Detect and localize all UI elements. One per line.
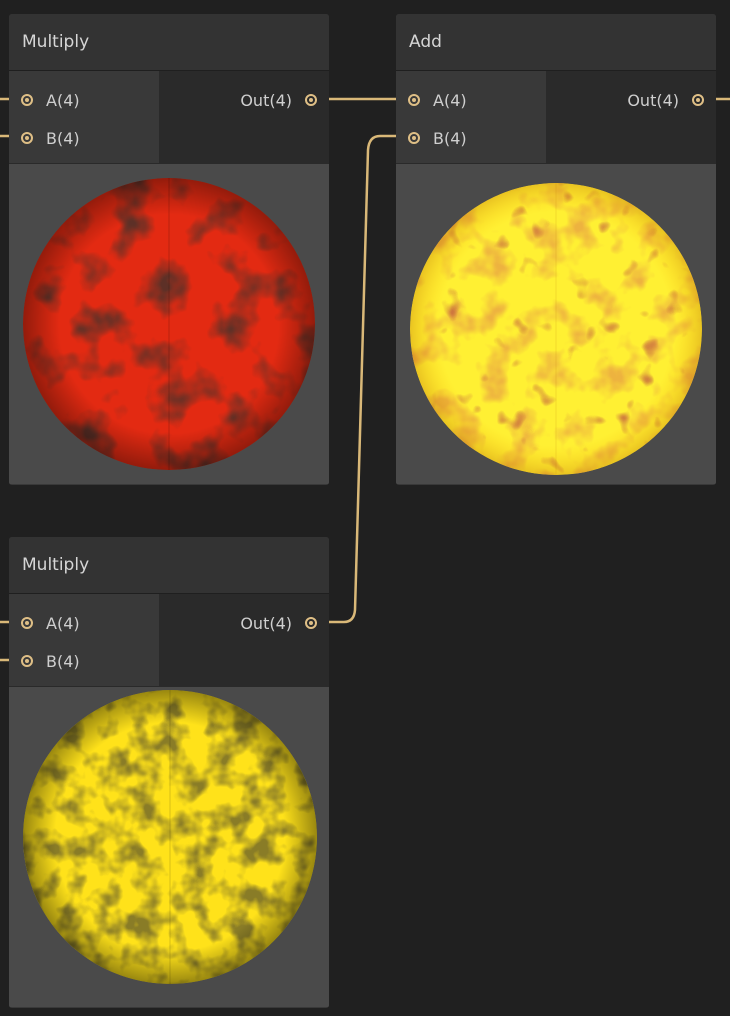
- output-ports: Out(4): [159, 71, 329, 163]
- port-icon[interactable]: [21, 132, 33, 144]
- input-port-b[interactable]: B(4): [396, 119, 546, 157]
- input-port-a[interactable]: A(4): [9, 81, 159, 119]
- port-icon[interactable]: [692, 94, 704, 106]
- input-ports: A(4) B(4): [9, 594, 159, 686]
- output-ports: Out(4): [546, 71, 716, 163]
- node-ports: A(4) B(4) Out(4): [9, 71, 329, 163]
- node-header[interactable]: Multiply: [9, 537, 329, 594]
- port-icon[interactable]: [305, 94, 317, 106]
- node-header[interactable]: Multiply: [9, 14, 329, 71]
- port-icon[interactable]: [21, 617, 33, 629]
- red-noise-sphere-icon: [23, 178, 315, 470]
- wire-node3-out-to-add-b[interactable]: [321, 134, 402, 624]
- yellow-dark-noise-sphere-icon: [23, 690, 317, 984]
- port-label: B(4): [46, 651, 80, 671]
- node-preview: [9, 686, 329, 1007]
- port-icon[interactable]: [408, 94, 420, 106]
- port-icon[interactable]: [21, 94, 33, 106]
- port-label: A(4): [433, 90, 467, 110]
- node-title: Multiply: [22, 555, 90, 575]
- input-port-b[interactable]: B(4): [9, 119, 159, 157]
- input-port-b[interactable]: B(4): [9, 642, 159, 680]
- node-header[interactable]: Add: [396, 14, 716, 71]
- node-preview: [9, 163, 329, 484]
- port-icon[interactable]: [305, 617, 317, 629]
- output-port-out[interactable]: Out(4): [159, 604, 329, 642]
- multiply-node-red[interactable]: Multiply A(4) B(4) Out(4): [9, 14, 329, 485]
- port-icon[interactable]: [408, 132, 420, 144]
- input-port-a[interactable]: A(4): [9, 604, 159, 642]
- node-title: Multiply: [22, 32, 90, 52]
- input-port-a[interactable]: A(4): [396, 81, 546, 119]
- port-label: B(4): [46, 128, 80, 148]
- node-preview: [396, 163, 716, 484]
- node-ports: A(4) B(4) Out(4): [9, 594, 329, 686]
- input-ports: A(4) B(4): [396, 71, 546, 163]
- port-label: Out(4): [627, 90, 679, 110]
- node-ports: A(4) B(4) Out(4): [396, 71, 716, 163]
- node-title: Add: [409, 32, 442, 52]
- port-label: B(4): [433, 128, 467, 148]
- output-port-out[interactable]: Out(4): [159, 81, 329, 119]
- port-label: Out(4): [240, 90, 292, 110]
- port-label: Out(4): [240, 613, 292, 633]
- bright-yellow-noise-sphere-icon: [410, 183, 702, 475]
- add-node[interactable]: Add A(4) B(4) Out(4): [396, 14, 716, 485]
- multiply-node-yellow[interactable]: Multiply A(4) B(4) Out(4): [9, 537, 329, 1008]
- input-ports: A(4) B(4): [9, 71, 159, 163]
- port-icon[interactable]: [21, 655, 33, 667]
- output-ports: Out(4): [159, 594, 329, 686]
- port-label: A(4): [46, 90, 80, 110]
- output-port-out[interactable]: Out(4): [546, 81, 716, 119]
- port-label: A(4): [46, 613, 80, 633]
